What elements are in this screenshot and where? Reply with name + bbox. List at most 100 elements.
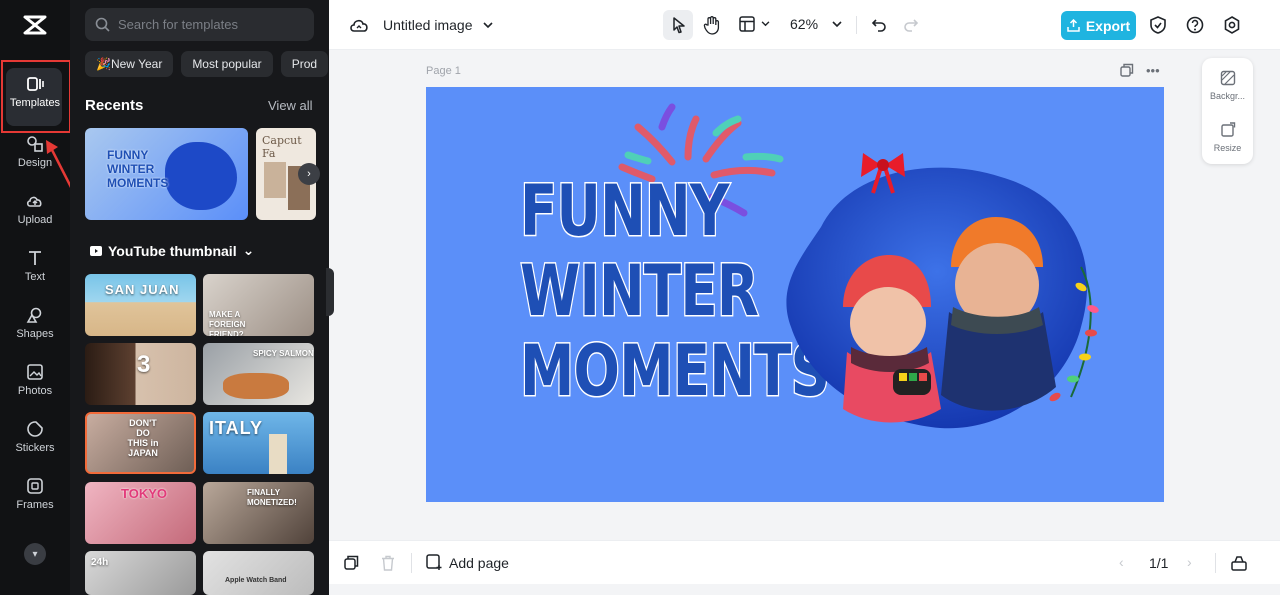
resize-tool-button[interactable]: Resize xyxy=(1202,122,1253,153)
trash-icon xyxy=(382,555,394,571)
recent-card-label: FUNNY WINTER MOMENTS xyxy=(107,148,169,190)
frames-icon xyxy=(27,478,43,494)
document-title-text: Untitled image xyxy=(383,17,473,33)
recent-card-winter[interactable]: FUNNY WINTER MOMENTS xyxy=(85,128,248,220)
resize-icon xyxy=(1220,122,1235,137)
undo-button[interactable] xyxy=(871,16,887,32)
template-card[interactable]: SAN JUAN xyxy=(85,274,196,336)
chip-product[interactable]: Prod xyxy=(280,51,329,77)
bottom-divider xyxy=(411,553,412,573)
security-button[interactable] xyxy=(1150,16,1166,34)
background-tool-button[interactable]: Backgr... xyxy=(1202,70,1253,101)
export-icon xyxy=(1067,19,1080,32)
rail-item-frames[interactable]: Frames xyxy=(0,466,70,522)
template-card-label: DON'T DO THIS in JAPAN xyxy=(127,418,159,458)
filter-chips: 🎉New Year Most popular Prod xyxy=(85,51,329,77)
export-button[interactable]: Export xyxy=(1061,11,1136,40)
top-toolbar: Untitled image 62% Export xyxy=(329,0,1280,50)
template-card-label: TOKYO xyxy=(121,486,167,501)
resize-tool-label: Resize xyxy=(1213,143,1242,153)
page-label: Page 1 xyxy=(426,65,461,77)
template-search-box[interactable] xyxy=(85,8,314,41)
design-canvas[interactable]: FUNNY WINTER MOMENTS xyxy=(426,87,1164,502)
chip-new-year[interactable]: 🎉New Year xyxy=(85,51,174,77)
background-tool-label: Backgr... xyxy=(1209,91,1245,101)
shapes-icon xyxy=(26,307,42,323)
undo-icon xyxy=(871,19,886,32)
shield-icon xyxy=(1150,16,1166,34)
document-title[interactable]: Untitled image xyxy=(383,17,493,33)
chevron-down-icon: ▾ xyxy=(32,548,38,560)
cloud-sync-icon[interactable] xyxy=(349,16,369,34)
template-card[interactable]: ITALY xyxy=(203,412,314,474)
layers-icon xyxy=(344,555,359,570)
youtube-thumbnail-section[interactable]: YouTube thumbnail ⌄ xyxy=(90,242,254,259)
template-card[interactable]: SPICY SALMON xyxy=(203,343,314,405)
prev-page-button[interactable]: ‹ xyxy=(1119,554,1124,570)
redo-icon xyxy=(904,19,919,32)
recent-card-label: Capcut Fa xyxy=(262,134,302,160)
template-card-label: 3 xyxy=(137,351,151,378)
template-card[interactable]: 24h xyxy=(85,551,196,595)
delete-page-button[interactable] xyxy=(381,555,395,571)
add-page-button[interactable]: Add page xyxy=(426,554,509,571)
youtube-thumbnail-title: YouTube thumbnail xyxy=(108,242,237,259)
rail-item-photos[interactable]: Photos xyxy=(0,352,70,408)
add-page-icon xyxy=(426,554,442,570)
rail-item-shapes[interactable]: Shapes xyxy=(0,295,70,351)
chevron-right-icon: › xyxy=(307,168,311,180)
layout-menu-button[interactable] xyxy=(739,16,770,32)
template-card-label: ITALY xyxy=(209,418,264,438)
youtube-icon xyxy=(90,245,102,256)
template-card-label: SAN JUAN xyxy=(105,282,180,297)
hand-tool-button[interactable] xyxy=(703,15,721,35)
settings-button[interactable] xyxy=(1223,16,1241,34)
templates-highlight-box xyxy=(1,60,71,133)
template-card-label: 24h xyxy=(91,557,109,568)
capcut-logo-icon[interactable] xyxy=(22,12,48,38)
template-card-label: FINALLY MONETIZED! xyxy=(247,488,297,507)
select-tool-button[interactable] xyxy=(671,16,687,34)
chevron-down-icon: ⌄ xyxy=(242,242,255,258)
recents-title: Recents xyxy=(85,97,144,114)
template-card[interactable]: Apple Watch Band xyxy=(203,551,314,595)
duplicate-page-icon[interactable] xyxy=(1120,63,1134,77)
template-card[interactable]: TOKYO xyxy=(85,482,196,544)
next-page-button[interactable]: › xyxy=(1187,554,1192,570)
rail-item-label: Upload xyxy=(17,214,53,226)
background-icon xyxy=(1220,70,1235,86)
page-tools: ••• xyxy=(1120,63,1160,78)
help-button[interactable] xyxy=(1186,16,1204,34)
layout-icon xyxy=(739,16,755,32)
chevron-right-icon: › xyxy=(1187,554,1192,570)
collapse-panel-handle[interactable] xyxy=(326,268,334,316)
template-card[interactable]: MAKE A FOREIGN FRIEND? xyxy=(203,274,314,336)
view-all-link[interactable]: View all xyxy=(268,98,313,113)
rail-item-stickers[interactable]: Stickers xyxy=(0,409,70,465)
side-tools-panel: Backgr... Resize xyxy=(1202,58,1253,164)
more-tools-button[interactable]: ▾ xyxy=(24,543,46,565)
page-manager-button[interactable] xyxy=(1231,555,1247,571)
rail-item-text[interactable]: Text xyxy=(0,238,70,294)
chip-most-popular[interactable]: Most popular xyxy=(181,51,273,77)
rail-item-label: Photos xyxy=(17,385,53,397)
pages-icon xyxy=(1231,556,1247,571)
template-card[interactable]: 3 xyxy=(85,343,196,405)
zoom-control[interactable]: 62% xyxy=(790,16,842,32)
layers-button[interactable] xyxy=(344,555,359,570)
toolbar-divider xyxy=(856,16,857,34)
template-card[interactable]: FINALLY MONETIZED! xyxy=(203,482,314,544)
export-label: Export xyxy=(1085,17,1131,34)
bottom-bar: Add page ‹ 1/1 › xyxy=(329,540,1280,584)
photo-blob-image[interactable] xyxy=(781,147,1121,437)
photo-blob xyxy=(165,142,237,210)
search-input[interactable] xyxy=(118,17,308,32)
chevron-left-icon: ‹ xyxy=(1119,554,1124,570)
more-options-icon[interactable]: ••• xyxy=(1146,63,1160,78)
carousel-next-button[interactable]: › xyxy=(298,163,320,185)
bottom-divider xyxy=(1215,553,1216,573)
rail-item-label: Text xyxy=(24,271,46,283)
template-card[interactable]: DON'T DO THIS in JAPAN xyxy=(85,412,196,474)
redo-button[interactable] xyxy=(903,16,919,32)
rail-item-label: Frames xyxy=(16,499,54,511)
